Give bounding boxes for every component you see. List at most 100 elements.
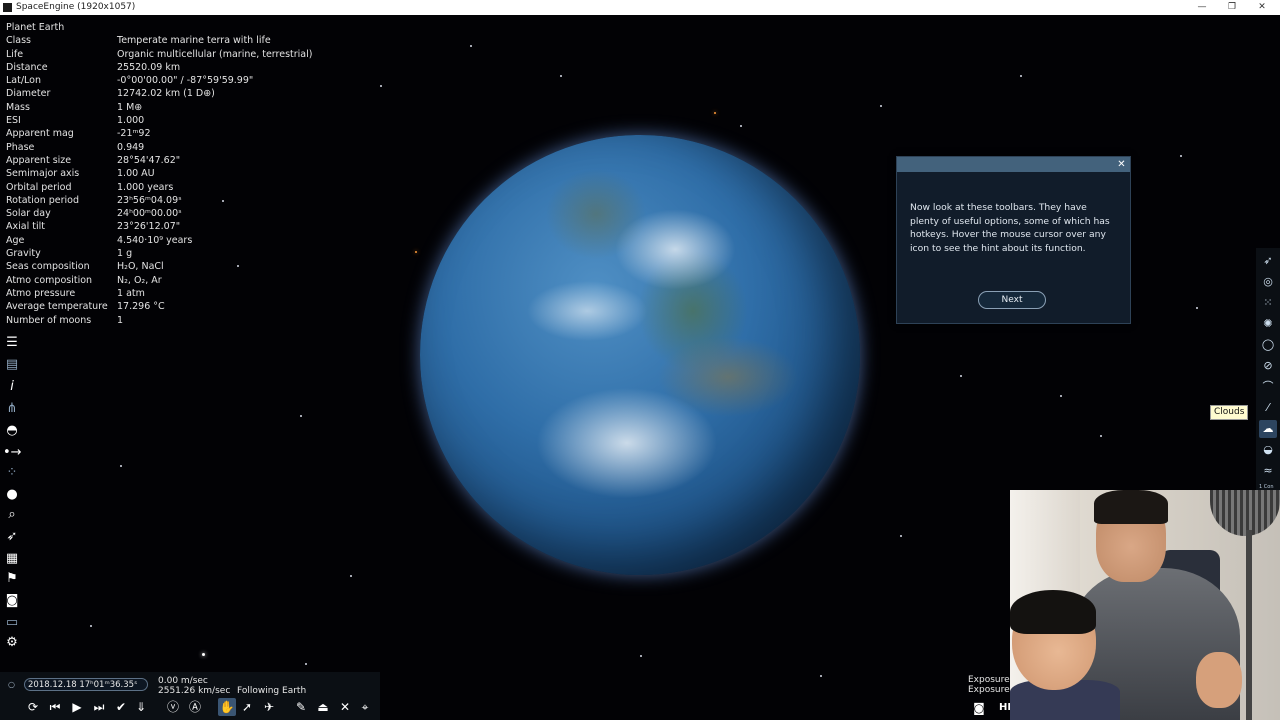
star: [1180, 155, 1182, 157]
monitor-icon[interactable]: ▭: [3, 614, 21, 632]
comet-icon[interactable]: ⁄: [1259, 399, 1277, 417]
atmosphere-icon[interactable]: ◒: [1259, 441, 1277, 459]
binoculars-icon[interactable]: ◓: [3, 422, 21, 440]
cross-icon[interactable]: ✕: [336, 698, 354, 716]
info-value: 23ʰ56ᵐ04.09ˢ: [117, 194, 182, 206]
rocket-icon[interactable]: ➚: [238, 698, 256, 716]
info-label: Axial tilt: [6, 221, 45, 233]
ship-icon[interactable]: ➶: [1259, 252, 1277, 270]
info-label: Average temperature: [6, 301, 108, 313]
galaxy-icon[interactable]: ◎: [1259, 273, 1277, 291]
check-icon[interactable]: ✔: [112, 698, 130, 716]
info-value: 24ʰ00ᵐ00.00ˢ: [117, 208, 182, 220]
settings-grid-icon[interactable]: ⋔: [3, 400, 21, 418]
star: [305, 663, 307, 665]
star: [1196, 307, 1198, 309]
star: [350, 575, 352, 577]
info-value: 1 g: [117, 248, 133, 260]
earth-planet[interactable]: [420, 135, 860, 575]
maximize-button[interactable]: ❐: [1217, 0, 1247, 15]
info-icon[interactable]: i: [3, 378, 21, 396]
adult-hair: [1094, 490, 1168, 524]
gear-icon[interactable]: ⚙: [3, 634, 21, 652]
info-row: Mass 1 M⊕: [6, 101, 326, 114]
lander-icon[interactable]: ⏏: [314, 698, 332, 716]
info-value: 23°26'12.07": [117, 221, 181, 233]
ring-icon[interactable]: ⊘: [1259, 357, 1277, 375]
rewind-icon[interactable]: ⏮: [46, 698, 64, 716]
info-row: Atmo pressure 1 atm: [6, 287, 326, 300]
menu-icon[interactable]: ☰: [3, 334, 21, 352]
info-row: Life Organic multicellular (marine, terre…: [6, 48, 326, 61]
info-label: Number of moons: [6, 314, 92, 326]
info-row: Phase 0.949: [6, 141, 326, 154]
clouds-icon[interactable]: ☁: [1259, 420, 1277, 438]
info-label: Apparent mag: [6, 128, 74, 140]
star: [820, 675, 822, 677]
velocity-readout: 2551.26 km/sec: [158, 686, 231, 696]
info-label: Apparent size: [6, 154, 72, 166]
refresh-icon[interactable]: ⟳: [24, 698, 42, 716]
route-icon[interactable]: •→: [3, 444, 22, 462]
star: [714, 112, 716, 114]
right-toolbar: ➶ ◎ ⁙ ✺ ◯ ⊘ ⌒ ⁄ ☁ ◒ ≈ 1 Con: [1256, 248, 1280, 492]
list-icon[interactable]: ▤: [3, 356, 21, 374]
star: [380, 85, 382, 87]
constellation-icon[interactable]: ⁘: [3, 464, 21, 482]
close-window-button[interactable]: ✕: [1247, 0, 1277, 15]
play-icon[interactable]: ▶: [68, 698, 86, 716]
webcam-overlay: [1010, 490, 1280, 720]
planet-icon[interactable]: ◯: [1259, 336, 1277, 354]
info-value: 1.00 AU: [117, 168, 155, 180]
plane-icon[interactable]: ✈: [260, 698, 278, 716]
info-value: Temperate marine terra with life: [117, 35, 271, 47]
info-value: 25520.09 km: [117, 61, 181, 73]
info-value: 4.540·10⁹ years: [117, 234, 193, 246]
star-icon[interactable]: ✺: [1259, 315, 1277, 333]
landing-icon[interactable]: ⇓: [132, 698, 150, 716]
camera-icon[interactable]: ◙: [3, 592, 21, 610]
info-row: Apparent mag -21ᵐ92: [6, 127, 326, 140]
flag-icon[interactable]: ⚑: [3, 570, 21, 588]
search-icon[interactable]: ⌕: [3, 506, 21, 524]
info-label[interactable]: Planet Earth: [6, 21, 64, 34]
star: [1060, 395, 1062, 397]
document-icon[interactable]: ▦: [3, 550, 21, 568]
ship-icon[interactable]: ➶: [3, 528, 21, 546]
pen-icon[interactable]: ✎: [292, 698, 310, 716]
nebula-icon[interactable]: ⁙: [1259, 294, 1277, 312]
info-value: 1: [117, 314, 124, 326]
next-button[interactable]: Next: [978, 291, 1046, 309]
info-value: 1 atm: [117, 287, 145, 299]
close-icon[interactable]: ✕: [1114, 157, 1129, 172]
info-label: Phase: [6, 141, 35, 153]
planet-select-icon[interactable]: ●: [3, 486, 21, 504]
lamp-pole: [1246, 530, 1252, 720]
hand: [1196, 652, 1242, 708]
info-label: Diameter: [6, 88, 51, 100]
info-label: Semimajor axis: [6, 168, 80, 180]
info-row: Gravity 1 g: [6, 247, 326, 260]
info-label: Mass: [6, 101, 30, 113]
orbit-icon[interactable]: ⌒: [1259, 378, 1277, 396]
kid-hair: [1010, 590, 1096, 634]
crosshair-icon[interactable]: ⌖: [356, 698, 374, 716]
info-row: Number of moons 1: [6, 314, 326, 327]
star: [90, 625, 92, 627]
info-label: Solar day: [6, 208, 51, 220]
screenshot-camera-icon[interactable]: ◙: [970, 700, 988, 716]
dialog-titlebar[interactable]: [897, 157, 1130, 172]
water-icon[interactable]: ≈: [1259, 462, 1277, 480]
datetime-field[interactable]: 2018.12.18 17ʰ01ᵐ36.35ˢ: [24, 678, 148, 691]
info-label: Gravity: [6, 248, 41, 260]
minimize-button[interactable]: —: [1187, 0, 1217, 15]
info-value: 1.000 years: [117, 181, 174, 193]
info-value: -21ᵐ92: [117, 128, 151, 140]
down-arrow-icon[interactable]: ⓥ: [164, 698, 182, 716]
info-value: 28°54'47.62": [117, 154, 181, 166]
follow-icon[interactable]: ✋: [218, 698, 236, 716]
up-arrow-icon[interactable]: Ⓐ: [186, 698, 204, 716]
fast-forward-icon[interactable]: ⏭: [90, 698, 108, 716]
star: [415, 251, 417, 253]
info-row: Rotation period 23ʰ56ᵐ04.09ˢ: [6, 194, 326, 207]
